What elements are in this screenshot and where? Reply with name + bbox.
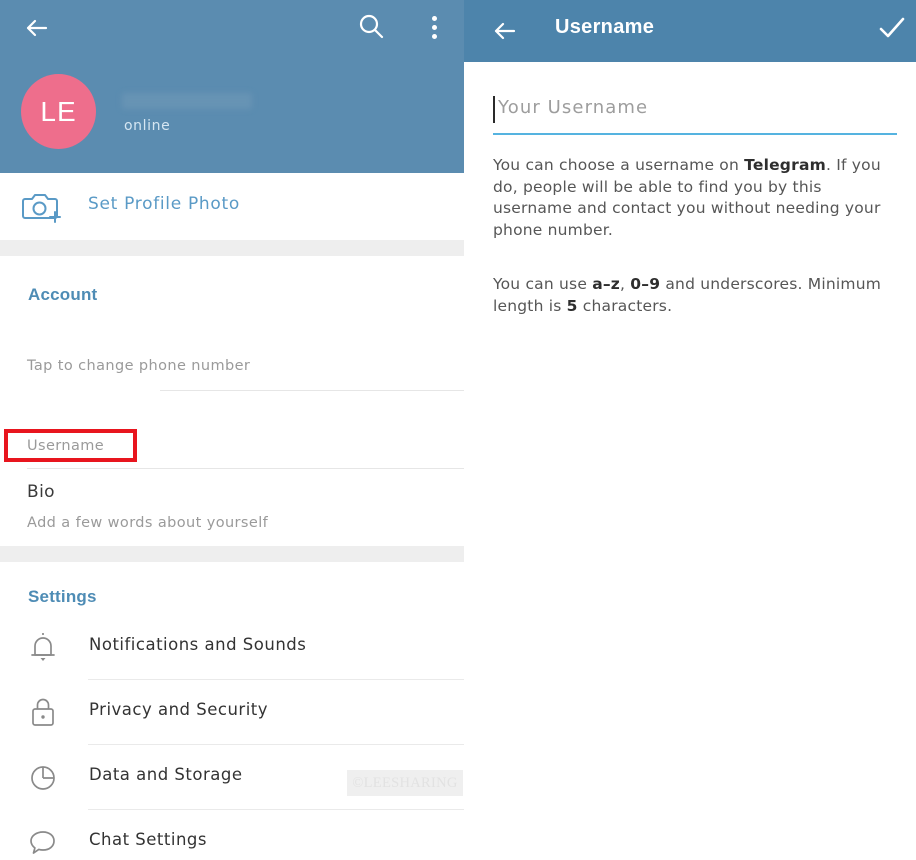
text-caret bbox=[493, 96, 495, 123]
username-input-placeholder: Your Username bbox=[498, 97, 649, 118]
back-icon[interactable] bbox=[20, 10, 56, 46]
username-editor-panel: Username Your Username You can choose a … bbox=[464, 0, 916, 860]
settings-item-chat-settings[interactable]: Chat Settings bbox=[0, 810, 464, 860]
avatar-initials: LE bbox=[40, 95, 77, 127]
desc2-digits: 0–9 bbox=[630, 275, 661, 293]
bio-row-subtitle: Add a few words about yourself bbox=[27, 515, 269, 531]
avatar[interactable]: LE bbox=[21, 74, 96, 149]
desc2-minlength: 5 bbox=[566, 296, 578, 315]
divider-phone bbox=[160, 390, 464, 391]
settings-item-label: Privacy and Security bbox=[89, 700, 269, 719]
bio-row-title[interactable]: Bio bbox=[27, 482, 55, 502]
desc2-letters: a–z bbox=[592, 275, 621, 293]
section-separator-2 bbox=[0, 546, 464, 562]
username-input[interactable]: Your Username bbox=[493, 95, 897, 135]
profile-name-redacted bbox=[122, 93, 252, 109]
settings-item-label: Notifications and Sounds bbox=[89, 635, 307, 654]
back-icon[interactable] bbox=[488, 13, 524, 49]
desc2-part-c: , bbox=[620, 275, 631, 293]
online-status: online bbox=[124, 118, 171, 134]
pie-chart-icon bbox=[26, 759, 60, 795]
desc2-part-a: You can use bbox=[493, 275, 593, 293]
bell-icon bbox=[26, 629, 60, 665]
username-description-paragraph-2: You can use a–z, 0–9 and underscores. Mi… bbox=[493, 274, 887, 317]
chat-bubble-icon bbox=[26, 824, 60, 860]
username-input-underline bbox=[493, 133, 897, 135]
settings-item-label: Chat Settings bbox=[89, 830, 207, 849]
desc2-part-g: characters. bbox=[577, 296, 673, 315]
account-section-title: Account bbox=[28, 285, 98, 304]
username-header: Username bbox=[464, 0, 916, 62]
settings-item-privacy[interactable]: Privacy and Security bbox=[0, 680, 464, 745]
desc1-brand: Telegram bbox=[744, 156, 826, 174]
profile-settings-panel: LE online Set Profile Photo Account Tap … bbox=[0, 0, 464, 860]
set-profile-photo-label: Set Profile Photo bbox=[88, 194, 240, 214]
username-row[interactable]: Username bbox=[27, 438, 104, 454]
settings-section-title: Settings bbox=[28, 587, 97, 606]
profile-header: LE online bbox=[0, 0, 464, 173]
page-title: Username bbox=[555, 16, 655, 38]
app-root: LE online Set Profile Photo Account Tap … bbox=[0, 0, 916, 860]
section-separator-1 bbox=[0, 240, 464, 256]
username-description-paragraph-1: You can choose a username on Telegram. I… bbox=[493, 155, 887, 241]
watermark: ©LEESHARING bbox=[347, 770, 463, 796]
lock-icon bbox=[26, 694, 60, 730]
desc1-part-a: You can choose a username on bbox=[493, 156, 745, 174]
search-icon[interactable] bbox=[352, 8, 390, 46]
settings-item-notifications[interactable]: Notifications and Sounds bbox=[0, 615, 464, 680]
settings-item-label: Data and Storage bbox=[89, 765, 243, 784]
camera-add-icon bbox=[22, 189, 64, 225]
divider-username bbox=[27, 468, 464, 469]
set-profile-photo-row[interactable]: Set Profile Photo bbox=[0, 173, 464, 240]
phone-number-row[interactable]: Tap to change phone number bbox=[27, 358, 250, 374]
overflow-menu-icon[interactable] bbox=[420, 8, 448, 46]
check-icon[interactable] bbox=[876, 12, 908, 44]
